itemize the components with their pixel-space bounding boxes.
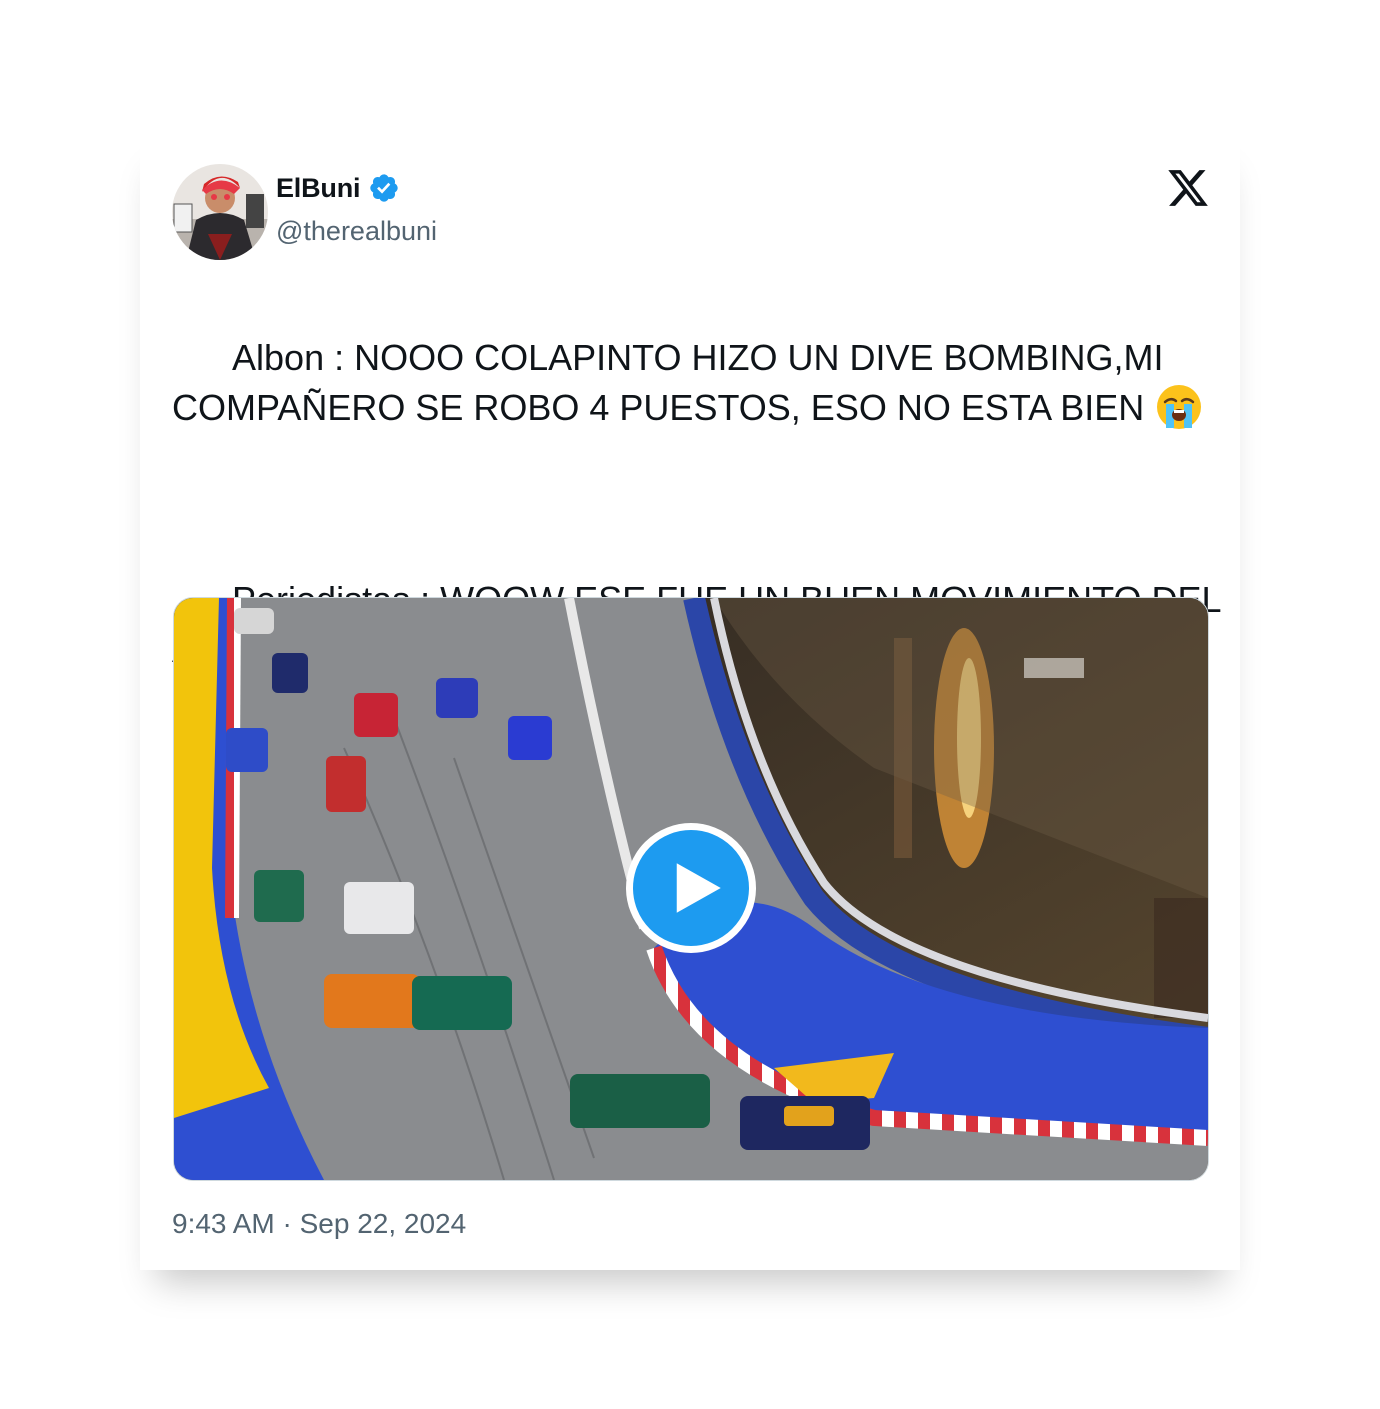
play-button[interactable] [626, 823, 756, 953]
x-logo-icon[interactable] [1166, 166, 1210, 210]
tweet-timestamp[interactable]: 9:43 AM · Sep 22, 2024 [172, 1208, 466, 1240]
author-handle[interactable]: @therealbuni [276, 216, 437, 247]
display-name[interactable]: ElBuni [276, 173, 360, 204]
avatar[interactable] [172, 164, 268, 260]
tweet-card: ElBuni @therealbuni Albon : NOOO COLAPIN… [140, 130, 1240, 1270]
tweet-paragraph-1: Albon : NOOO COLAPINTO HIZO UN DIVE BOMB… [172, 286, 1222, 480]
tweet-paragraph-1-text: Albon : NOOO COLAPINTO HIZO UN DIVE BOMB… [172, 337, 1174, 428]
loudly-crying-face-icon [1157, 385, 1202, 429]
tweet-header: ElBuni @therealbuni [172, 164, 1212, 264]
author-name-row[interactable]: ElBuni [276, 172, 400, 204]
video-thumbnail[interactable] [173, 597, 1209, 1181]
verified-badge-icon [368, 172, 400, 204]
play-icon [676, 863, 721, 913]
